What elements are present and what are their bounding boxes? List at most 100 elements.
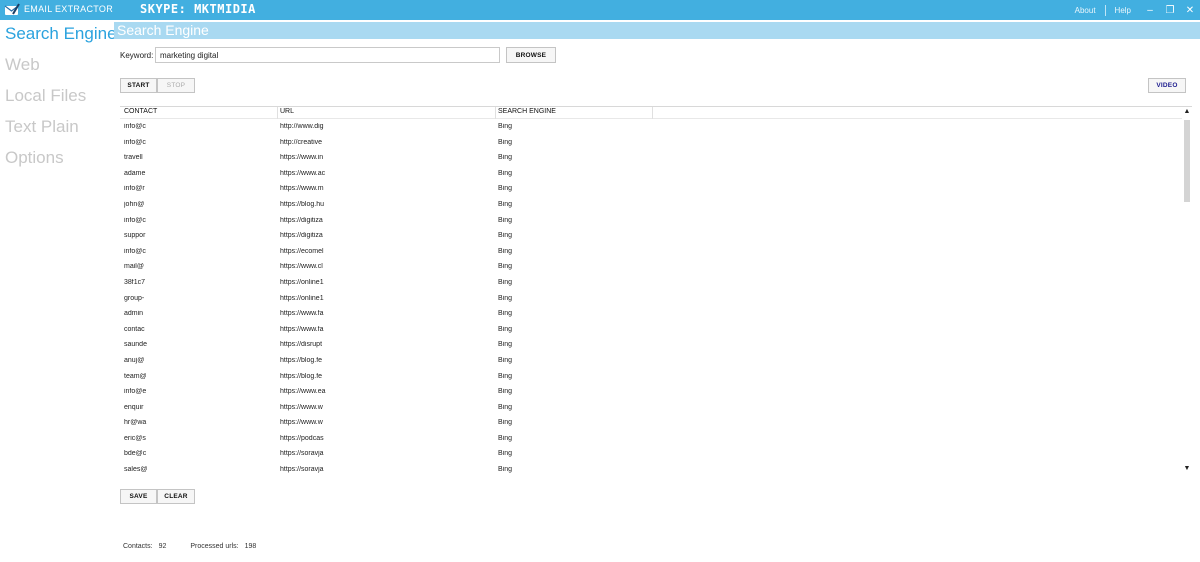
scroll-up-icon[interactable]: ▲ (1183, 108, 1191, 116)
sidebar-item-search-engine[interactable]: Search Engine (0, 22, 117, 53)
table-row[interactable]: sales@ https://soravja Bing (120, 463, 1182, 479)
cell-contact: info@c (124, 216, 146, 224)
table-row[interactable]: group-https://online1 Bing (120, 292, 1182, 308)
cell-contact: info@r (124, 185, 145, 193)
cell-search-engine: Bing (498, 403, 513, 411)
minimize-button[interactable]: – (1140, 0, 1160, 20)
cell-url: https://soravja (280, 450, 324, 458)
cell-url: https://www.fa (280, 310, 324, 318)
cell-contact: info@c (124, 247, 146, 255)
table-row[interactable]: john@ https://blog.hu Bing (120, 198, 1182, 214)
start-button[interactable]: START (120, 78, 157, 93)
table-row[interactable]: team@ https://blog.fe Bing (120, 370, 1182, 386)
cell-search-engine: Bing (498, 247, 513, 255)
column-divider[interactable] (277, 107, 278, 119)
browse-button[interactable]: BROWSE (506, 47, 556, 63)
about-link[interactable]: About (1066, 6, 1105, 15)
app-logo-icon (4, 3, 20, 15)
table-row[interactable]: bde@c https://soravja Bing (120, 447, 1182, 463)
table-row[interactable]: eric@s https://podcas Bing (120, 432, 1182, 448)
results-grid[interactable]: CONTACT URL SEARCH ENGINE info@c http://w… (120, 106, 1192, 480)
cell-search-engine: Bing (498, 169, 513, 177)
cell-contact: john@ (124, 200, 145, 208)
column-header-contact[interactable]: CONTACT (124, 108, 157, 115)
status-bar: Contacts: 92 Processed urls: 198 (123, 543, 262, 550)
cell-contact: adame (124, 169, 146, 177)
table-row[interactable]: info@c https://ecomel Bing (120, 245, 1182, 261)
section-title: Search Engine (114, 22, 1200, 39)
cell-url: https://www.fa (280, 325, 324, 333)
restore-icon: ❐ (1165, 4, 1175, 16)
cell-contact: team@ (124, 372, 147, 380)
table-row[interactable]: suppor https://digitiza Bing (120, 229, 1182, 245)
sidebar-item-local-files[interactable]: Local Files (0, 84, 114, 115)
sidebar-item-options[interactable]: Options (0, 146, 114, 177)
column-header-search-engine[interactable]: SEARCH ENGINE (498, 108, 556, 115)
stop-button[interactable]: STOP (157, 78, 195, 93)
table-row[interactable]: saunde https://disrupt Bing (120, 338, 1182, 354)
cell-url: https://ecomel (280, 247, 324, 255)
table-row[interactable]: info@r https://www.m Bing (120, 182, 1182, 198)
video-button[interactable]: VIDEO (1148, 78, 1186, 93)
close-icon: ✕ (1185, 4, 1195, 16)
cell-search-engine: Bing (498, 263, 513, 271)
cell-contact: info@e (124, 388, 147, 396)
sidebar-nav: Search Engine Web Local Files Text Plain… (0, 22, 117, 177)
grid-header: CONTACT URL SEARCH ENGINE (120, 107, 1182, 119)
column-divider[interactable] (495, 107, 496, 119)
contacts-count: 92 (158, 543, 167, 550)
cell-url: https://blog.hu (280, 200, 324, 208)
cell-url: https://digitiza (280, 232, 323, 240)
sidebar-item-text-plain[interactable]: Text Plain (0, 115, 114, 146)
keyword-input[interactable] (155, 47, 500, 63)
table-row[interactable]: info@c http://www.dig Bing (120, 120, 1182, 136)
app-title: EMAIL EXTRACTOR (24, 4, 114, 14)
cell-search-engine: Bing (498, 356, 513, 364)
save-button[interactable]: SAVE (120, 489, 157, 504)
table-row[interactable]: contac https://www.fa Bing (120, 323, 1182, 339)
clear-button[interactable]: CLEAR (157, 489, 195, 504)
table-row[interactable]: admin https://www.fa Bing (120, 307, 1182, 323)
cell-search-engine: Bing (498, 185, 513, 193)
cell-contact: anuj@ (124, 356, 145, 364)
cell-url: https://www.in (280, 154, 324, 162)
cell-url: https://online1 (280, 294, 324, 302)
column-divider[interactable] (652, 107, 653, 119)
cell-search-engine: Bing (498, 216, 513, 224)
table-row[interactable]: hr@wa https://www.w Bing (120, 416, 1182, 432)
title-bar: EMAIL EXTRACTOR SKYPE: MKTMIDIA About He… (0, 0, 1200, 20)
help-link[interactable]: Help (1106, 6, 1140, 15)
scroll-thumb[interactable] (1184, 120, 1190, 202)
cell-contact: 38f1c7 (124, 278, 146, 286)
cell-search-engine: Bing (498, 138, 513, 146)
table-row[interactable]: info@c https://digitiza Bing (120, 214, 1182, 230)
processed-urls-label: Processed urls: (190, 543, 239, 550)
title-links: About Help – ❐ ✕ (1066, 0, 1200, 20)
table-row[interactable]: info@c http://creative Bing (120, 136, 1182, 152)
cell-contact: group- (124, 294, 145, 302)
close-button[interactable]: ✕ (1180, 0, 1200, 20)
column-header-url[interactable]: URL (280, 108, 294, 115)
table-row[interactable]: mail@ https://www.cl Bing (120, 260, 1182, 276)
table-row[interactable]: travell https://www.in Bing (120, 151, 1182, 167)
table-row[interactable]: enquir https://www.w Bing (120, 401, 1182, 417)
cell-url: https://www.w (280, 419, 323, 427)
cell-contact: bde@c (124, 450, 147, 458)
cell-url: https://disrupt (280, 341, 323, 349)
table-row[interactable]: info@e https://www.ea Bing (120, 385, 1182, 401)
table-row[interactable]: 38f1c7 https://online1 Bing (120, 276, 1182, 292)
table-row[interactable]: adame https://www.ac Bing (120, 167, 1182, 183)
cell-contact: sales@ (124, 466, 148, 474)
restore-button[interactable]: ❐ (1160, 0, 1180, 20)
scroll-down-icon[interactable]: ▼ (1183, 465, 1191, 473)
cell-search-engine: Bing (498, 294, 513, 302)
cell-search-engine: Bing (498, 341, 513, 349)
vertical-scrollbar[interactable]: ▲ ▼ (1182, 107, 1192, 480)
cell-contact: enquir (124, 403, 144, 411)
cell-contact: eric@s (124, 434, 146, 442)
sidebar-item-web[interactable]: Web (0, 53, 114, 84)
cell-contact: saunde (124, 341, 147, 349)
cell-search-engine: Bing (498, 450, 513, 458)
table-row[interactable]: anuj@ https://blog.fe Bing (120, 354, 1182, 370)
cell-search-engine: Bing (498, 388, 513, 396)
